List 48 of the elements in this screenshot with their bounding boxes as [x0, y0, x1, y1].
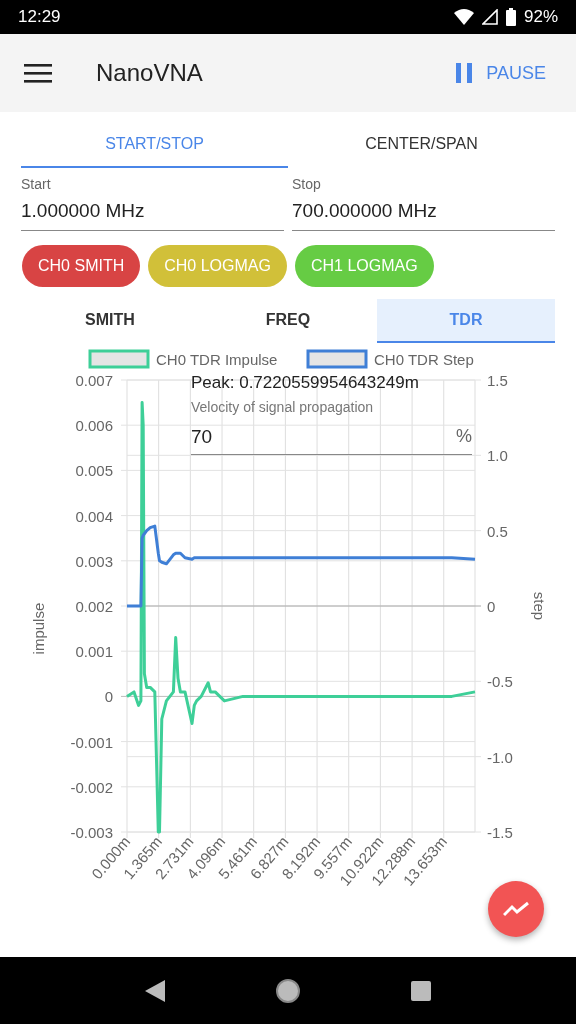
- signal-icon: [481, 9, 498, 25]
- unit-label: %: [456, 419, 472, 455]
- axis-tick-label: -0.003: [70, 824, 113, 841]
- recents-icon[interactable]: [411, 980, 431, 1001]
- axis-tick-label: 0.001: [75, 643, 113, 661]
- frequency-field[interactable]: 1.000000 MHz: [21, 192, 284, 231]
- wifi-icon: [453, 9, 474, 25]
- field-label: Velocity of signal propagation: [191, 399, 374, 415]
- battery-percent: 92%: [523, 7, 558, 27]
- view-tab[interactable]: SMITH: [21, 299, 199, 343]
- menu-icon[interactable]: [24, 63, 52, 83]
- legend-label: CH0 TDR Step: [374, 351, 474, 368]
- axis-tick-label: 1.0: [487, 447, 508, 465]
- axis-tick-label: 0: [487, 598, 496, 615]
- range-tab[interactable]: CENTER/SPAN: [288, 112, 555, 168]
- axis-tick-label: 0.007: [75, 372, 113, 389]
- axis-tick-label: -0.001: [70, 733, 113, 751]
- pause-icon: [456, 63, 473, 83]
- axis-tick-label: 0.002: [75, 598, 113, 615]
- axis-tick-label: 0.004: [75, 507, 113, 525]
- axis-tick-label: -0.002: [70, 778, 113, 796]
- axis-tick-label: 0.003: [75, 552, 113, 570]
- view-tab[interactable]: FREQ: [199, 299, 377, 343]
- home-icon[interactable]: [275, 977, 301, 1004]
- channel-chip[interactable]: CH0 SMITH: [22, 245, 141, 287]
- peak-text: Peak: 0.7220559954643249m: [191, 373, 419, 393]
- field-label: Start: [21, 176, 51, 192]
- axis-tick-label: -1.5: [487, 824, 513, 841]
- app-title: NanoVNA: [96, 59, 204, 87]
- axis-tick-label: 0: [104, 688, 113, 706]
- axis-tick-label: 0.005: [75, 462, 113, 480]
- axis-tick-label: 0.5: [487, 522, 508, 540]
- axis-tick-label: -1.0: [487, 748, 513, 766]
- status-time: 12:29: [18, 7, 61, 27]
- chart-button[interactable]: [488, 881, 544, 937]
- velocity-field[interactable]: 70: [191, 419, 456, 455]
- axis-tick-label: 0.006: [75, 417, 113, 435]
- back-icon[interactable]: [145, 979, 165, 1002]
- axis-tick-label: 1.5: [487, 372, 508, 389]
- axis-tick-label: -0.5: [487, 673, 513, 691]
- frequency-field[interactable]: 700.000000 MHz: [292, 192, 555, 231]
- range-tab[interactable]: START/STOP: [21, 112, 288, 168]
- field-label: Stop: [292, 176, 321, 192]
- axis-title: step: [531, 591, 548, 621]
- axis-title: impulse: [30, 602, 47, 655]
- trend-icon: [503, 901, 529, 917]
- battery-icon: [505, 8, 516, 26]
- legend-label: CH0 TDR Impulse: [156, 351, 278, 368]
